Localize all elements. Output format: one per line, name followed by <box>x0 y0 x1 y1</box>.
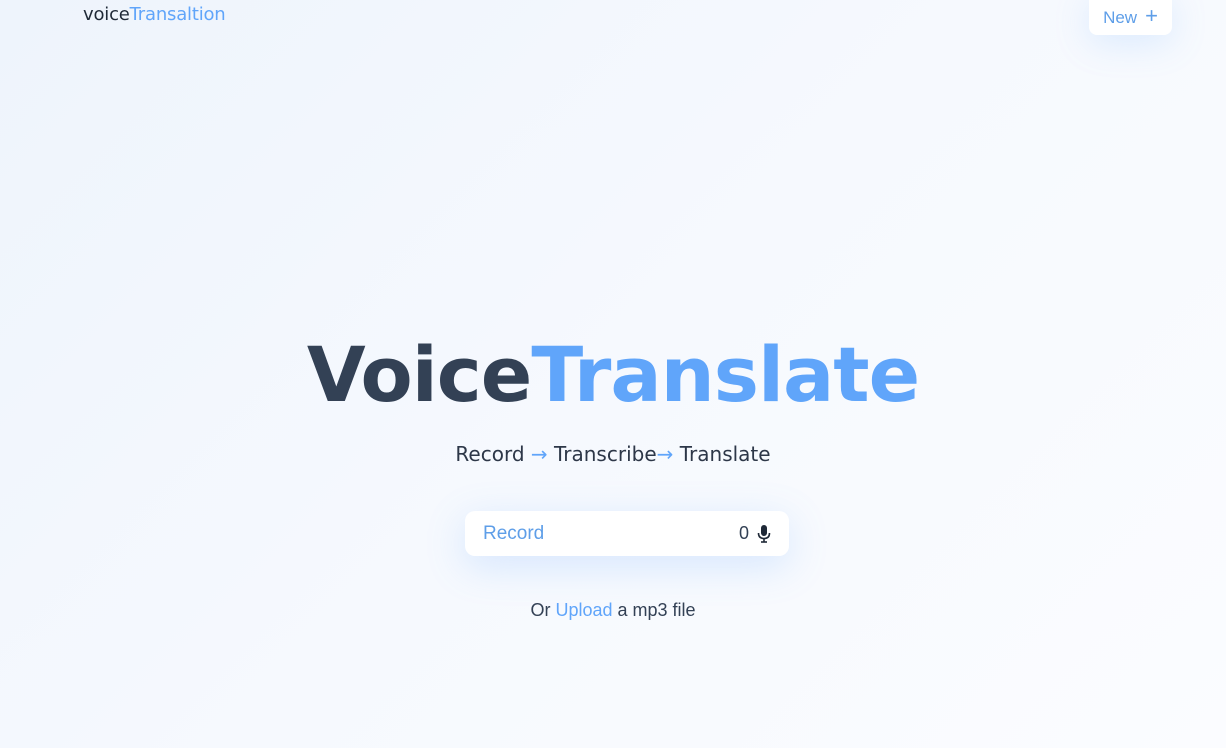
logo-suffix: Transaltion <box>129 4 226 25</box>
title-suffix: Translate <box>531 330 920 419</box>
arrow-icon: → <box>530 442 548 466</box>
arrow-icon: → <box>656 442 674 466</box>
logo-prefix: voice <box>83 4 130 25</box>
title-prefix: Voice <box>306 330 533 419</box>
microphone-icon <box>757 524 771 543</box>
record-button[interactable]: Record 0 <box>465 511 789 556</box>
upload-suffix: a mp3 file <box>617 600 696 620</box>
record-label: Record <box>483 522 545 544</box>
plus-icon: + <box>1145 3 1158 28</box>
new-button-label: New <box>1103 7 1138 27</box>
new-button[interactable]: New + <box>1089 0 1172 35</box>
app-logo[interactable]: voiceTransaltion <box>83 4 226 26</box>
step-transcribe: Transcribe <box>554 442 657 466</box>
record-count: 0 <box>738 523 749 543</box>
step-record: Record <box>455 442 525 466</box>
upload-link[interactable]: Upload <box>555 600 612 620</box>
workflow-subtitle: Record → Transcribe→ Translate <box>0 441 1226 467</box>
upload-line: Or Upload a mp3 file <box>0 598 1226 622</box>
page-title: VoiceTranslate <box>0 329 1226 421</box>
upload-prefix: Or <box>530 600 551 620</box>
step-translate: Translate <box>679 442 771 466</box>
